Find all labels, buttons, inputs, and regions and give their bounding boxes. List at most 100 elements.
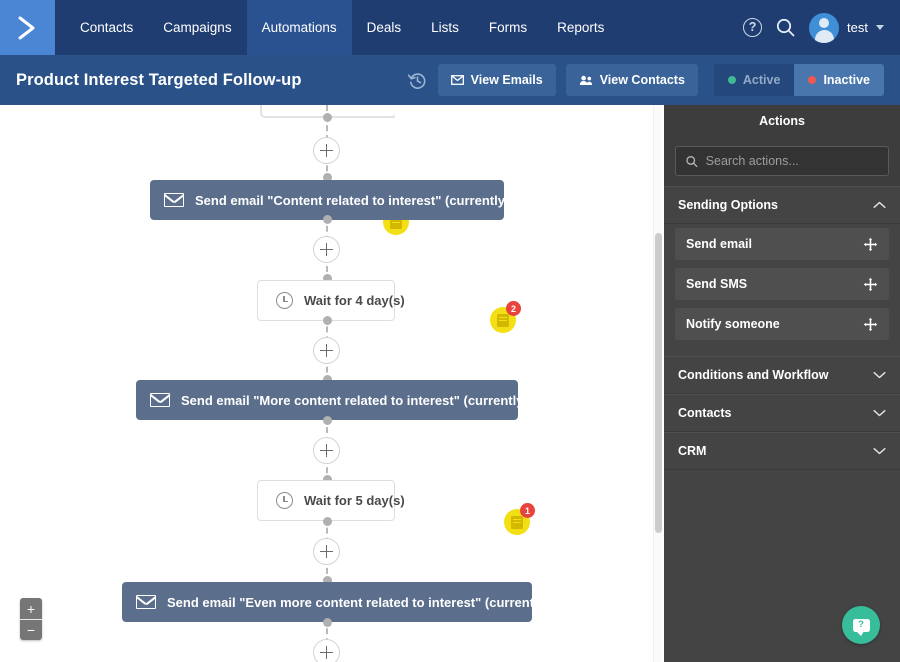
drag-move-icon[interactable] <box>863 277 878 292</box>
action-item-label: Notify someone <box>686 317 780 331</box>
automation-subheader: Product Interest Targeted Follow-up View… <box>0 55 900 105</box>
note-count-badge: 1 <box>520 503 535 518</box>
chevron-right-logo-icon <box>18 16 34 39</box>
flow-branch-stub-line <box>327 116 395 118</box>
actions-group-sending-options[interactable]: Sending Options <box>664 186 900 224</box>
note-badge[interactable]: 1 <box>504 503 535 535</box>
actions-group-label: Contacts <box>678 406 732 420</box>
canvas-scrollbar[interactable] <box>653 105 662 662</box>
action-item-send-sms[interactable]: Send SMS <box>675 268 889 300</box>
add-step-button[interactable] <box>313 137 340 164</box>
search-actions-input[interactable] <box>705 154 878 168</box>
add-step-button[interactable] <box>313 437 340 464</box>
actions-panel-title: Actions <box>664 105 900 137</box>
nav-item-deals[interactable]: Deals <box>352 0 417 55</box>
chevron-down-icon <box>873 371 886 379</box>
add-step-button[interactable] <box>313 538 340 565</box>
note-badge[interactable]: 2 <box>490 301 521 333</box>
note-icon <box>497 313 509 327</box>
nav-item-reports[interactable]: Reports <box>542 0 619 55</box>
status-inactive-button[interactable]: Inactive <box>794 64 884 96</box>
nav-right-controls: ? test <box>743 12 900 43</box>
account-menu[interactable]: test <box>809 12 884 43</box>
actions-group-conditions-and-workflow[interactable]: Conditions and Workflow <box>664 356 900 394</box>
chevron-down-icon <box>873 447 886 455</box>
node-port <box>322 618 332 627</box>
automation-builder-page: Contacts Campaigns Automations Deals Lis… <box>0 0 900 662</box>
flow-node-wait[interactable]: Wait for 5 day(s) <box>257 480 405 521</box>
search-icon <box>686 155 698 167</box>
flow-node-wait[interactable]: Wait for 4 day(s) <box>257 280 405 321</box>
help-icon[interactable]: ? <box>743 18 763 37</box>
actions-group-label: Sending Options <box>678 198 778 212</box>
flow-node-label: Wait for 4 day(s) <box>304 293 405 308</box>
node-port <box>322 113 332 122</box>
envelope-icon <box>136 595 156 609</box>
note-icon <box>511 515 523 529</box>
nav-item-automations[interactable]: Automations <box>246 0 352 55</box>
action-item-send-email[interactable]: Send email <box>675 228 889 260</box>
app-logo[interactable] <box>0 0 55 55</box>
chevron-down-icon <box>876 25 884 30</box>
inactive-status-dot <box>808 76 817 84</box>
zoom-in-button[interactable]: + <box>20 598 42 619</box>
node-port <box>322 316 332 325</box>
flow-node-email[interactable]: Send email "Even more content related to… <box>122 582 593 622</box>
zoom-controls: + − <box>20 598 42 640</box>
page-title: Product Interest Targeted Follow-up <box>16 70 302 89</box>
actions-search-wrapper <box>664 137 900 186</box>
nav-item-forms[interactable]: Forms <box>474 0 542 55</box>
actions-group-label: Conditions and Workflow <box>678 368 829 382</box>
view-contacts-label: View Contacts <box>599 73 685 87</box>
nav-item-campaigns[interactable]: Campaigns <box>148 0 246 55</box>
chat-bubble-icon: ? <box>852 618 870 636</box>
automation-flow: 1 Send email "Content related to interes… <box>0 105 654 662</box>
subheader-actions: View Emails View Contacts Active Inactiv… <box>407 64 884 96</box>
add-step-button[interactable] <box>313 639 340 662</box>
action-item-label: Send email <box>686 237 752 251</box>
canvas-scrollbar-thumb[interactable] <box>655 233 662 533</box>
search-actions-box[interactable] <box>675 146 889 176</box>
help-chat-button[interactable]: ? <box>842 606 880 644</box>
zoom-out-button[interactable]: − <box>20 619 42 640</box>
actions-group-label: CRM <box>678 444 707 458</box>
actions-group-crm[interactable]: CRM <box>664 432 900 470</box>
status-inactive-label: Inactive <box>823 73 870 87</box>
envelope-icon <box>164 193 184 207</box>
flow-node-label: Send email "More content related to inte… <box>181 392 572 408</box>
node-port <box>322 416 332 425</box>
action-item-notify-someone[interactable]: Notify someone <box>675 308 889 340</box>
view-emails-button[interactable]: View Emails <box>437 64 556 96</box>
add-step-button[interactable] <box>313 236 340 263</box>
chevron-up-icon <box>873 201 886 209</box>
contacts-icon <box>579 75 592 85</box>
add-step-button[interactable] <box>313 337 340 364</box>
actions-panel: Actions Sending Options Send email <box>664 105 900 662</box>
search-icon[interactable] <box>776 18 795 37</box>
action-item-label: Send SMS <box>686 277 748 291</box>
clock-icon <box>276 292 293 309</box>
automation-canvas[interactable]: 1 Send email "Content related to interes… <box>0 105 664 662</box>
clock-icon <box>276 492 293 509</box>
actions-group-body: Send email Send SMS Notify someone <box>664 224 900 356</box>
drag-move-icon[interactable] <box>863 237 878 252</box>
nav-item-lists[interactable]: Lists <box>416 0 474 55</box>
status-active-button[interactable]: Active <box>713 64 795 96</box>
flow-node-label: Send email "Content related to interest"… <box>195 192 553 208</box>
top-navigation-bar: Contacts Campaigns Automations Deals Lis… <box>0 0 900 55</box>
history-icon <box>407 72 426 89</box>
envelope-icon <box>450 75 464 85</box>
view-emails-label: View Emails <box>470 73 543 87</box>
status-toggle-group: Active Inactive <box>713 64 884 96</box>
flow-node-email[interactable]: Send email "Content related to interest"… <box>150 180 553 220</box>
flow-node-email[interactable]: Send email "More content related to inte… <box>136 380 571 420</box>
note-count-badge: 2 <box>506 301 521 316</box>
view-contacts-button[interactable]: View Contacts <box>565 64 698 96</box>
account-name: test <box>847 20 868 35</box>
actions-group-contacts[interactable]: Contacts <box>664 394 900 432</box>
history-button[interactable] <box>407 70 428 91</box>
node-port <box>322 517 332 526</box>
active-status-dot <box>727 76 736 84</box>
nav-item-contacts[interactable]: Contacts <box>65 0 148 55</box>
drag-move-icon[interactable] <box>863 317 878 332</box>
